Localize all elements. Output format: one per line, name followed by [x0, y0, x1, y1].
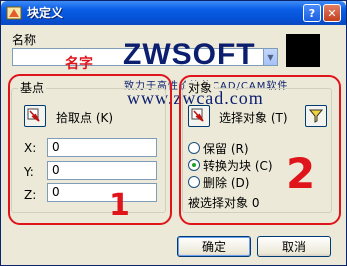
cancel-button[interactable]: 取消 — [257, 236, 331, 257]
window-title: 块定义 — [27, 6, 64, 20]
name-annotation: 名字 — [65, 56, 93, 72]
annotation-number-1: 1 — [109, 188, 130, 223]
chevron-down-icon[interactable]: ▼ — [263, 49, 277, 65]
close-button[interactable]: ✕ — [323, 4, 341, 22]
zwsoft-logo: ZWSOFT — [123, 38, 256, 71]
ok-button[interactable]: 确定 — [177, 236, 251, 257]
annotation-number-2: 2 — [286, 149, 316, 198]
title-bar[interactable]: 块定义 ? ✕ — [1, 1, 346, 25]
name-label: 名称 — [12, 33, 37, 47]
app-icon — [6, 6, 22, 20]
annotation-outline-1 — [8, 74, 172, 225]
annotation-outline-2 — [179, 75, 341, 225]
block-definition-dialog: 块定义 ? ✕ 名称 ▼ 名字 ZWSOFT 致力于高性价比的CAD/CAM软件… — [0, 0, 347, 266]
block-preview — [286, 34, 320, 67]
help-button[interactable]: ? — [303, 4, 321, 22]
